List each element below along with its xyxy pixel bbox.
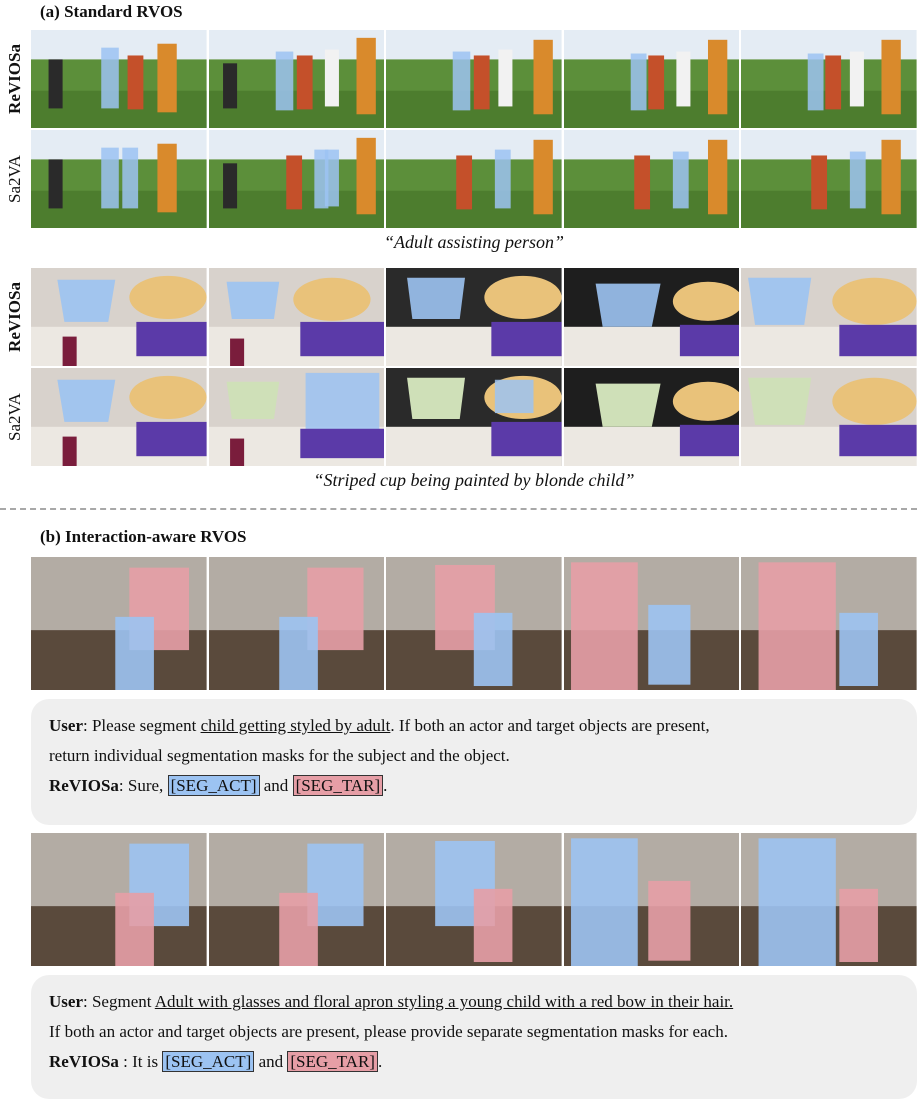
video-frame xyxy=(31,30,209,128)
video-frame xyxy=(563,557,742,690)
video-frame xyxy=(741,557,917,690)
video-frame xyxy=(208,268,387,366)
video-frame xyxy=(31,130,209,228)
video-frame xyxy=(741,268,917,366)
seg-tar-token: [SEG_TAR] xyxy=(287,1051,378,1072)
user-prompt-line-2: return individual segmentation masks for… xyxy=(49,746,510,765)
query-text: child getting styled by adult xyxy=(200,716,391,735)
frame-strip-salon-1 xyxy=(31,557,917,690)
seg-tar-token: [SEG_TAR] xyxy=(292,775,384,796)
video-frame xyxy=(741,368,917,466)
caption-example-1: “Adult assisting person” xyxy=(383,232,565,252)
section-b-title: (b) Interaction-aware RVOS xyxy=(40,527,247,546)
video-frame xyxy=(31,557,209,690)
row-label-reviosa-2: ReVIOSa xyxy=(5,282,24,352)
user-prompt-line-1: User: Please segment child getting style… xyxy=(49,716,710,735)
user-prompt-line-1: User: Segment Adult with glasses and flo… xyxy=(49,992,734,1011)
seg-act-token: [SEG_ACT] xyxy=(167,775,260,796)
chat-box-2: User: Segment Adult with glasses and flo… xyxy=(31,975,917,1099)
video-frame xyxy=(563,130,742,228)
frame-strip-cup-sa2va xyxy=(31,368,917,466)
frame-strip-field-sa2va xyxy=(31,130,917,228)
video-frame xyxy=(386,268,564,366)
caption-example-2: “Striped cup being painted by blonde chi… xyxy=(313,470,635,490)
video-frame xyxy=(386,368,564,466)
seg-act-token: [SEG_ACT] xyxy=(162,1051,255,1072)
section-a-title: (a) Standard RVOS xyxy=(40,2,183,21)
section-divider xyxy=(0,508,917,510)
row-label-reviosa-1: ReVIOSa xyxy=(5,44,24,114)
video-frame xyxy=(563,30,742,128)
frame-strip-salon-2 xyxy=(31,833,917,966)
video-frame xyxy=(31,833,209,966)
video-frame xyxy=(208,130,387,228)
video-frame xyxy=(563,268,742,366)
model-response-line: ReVIOSa : It is [SEG_ACT] and [SEG_TAR]. xyxy=(49,1051,383,1072)
video-frame xyxy=(563,368,742,466)
video-frame xyxy=(208,833,387,966)
video-frame xyxy=(208,557,387,690)
video-frame xyxy=(741,833,917,966)
chat-box-1: User: Please segment child getting style… xyxy=(31,699,917,825)
video-frame xyxy=(386,833,564,966)
video-frame xyxy=(741,30,917,128)
video-frame xyxy=(386,30,564,128)
video-frame xyxy=(31,268,209,366)
frame-strip-cup-reviosa xyxy=(31,268,917,366)
query-text: Adult with glasses and floral apron styl… xyxy=(154,992,734,1011)
row-label-sa2va-2: Sa2VA xyxy=(5,393,24,441)
video-frame xyxy=(208,30,387,128)
user-prompt-line-2: If both an actor and target objects are … xyxy=(49,1022,728,1041)
video-frame xyxy=(563,833,742,966)
model-response-line: ReVIOSa: Sure, [SEG_ACT] and [SEG_TAR]. xyxy=(49,775,388,796)
video-frame xyxy=(31,368,209,466)
video-frame xyxy=(386,130,564,228)
video-frame xyxy=(208,368,387,466)
video-frame xyxy=(741,130,917,228)
row-label-sa2va-1: Sa2VA xyxy=(5,155,24,203)
frame-strip-field-reviosa xyxy=(31,30,917,128)
video-frame xyxy=(386,557,564,690)
